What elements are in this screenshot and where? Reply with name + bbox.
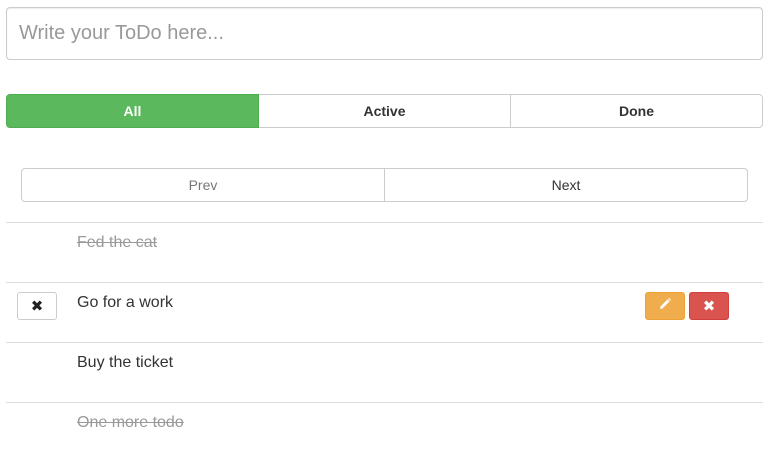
- filter-group: All Active Done: [6, 94, 763, 128]
- todo-input[interactable]: [6, 7, 763, 60]
- pager: Prev Next: [21, 168, 748, 202]
- filter-all-button[interactable]: All: [6, 94, 259, 128]
- todo-item[interactable]: One more todo: [6, 402, 763, 460]
- deselect-button[interactable]: ✖: [17, 292, 57, 320]
- filter-done-button[interactable]: Done: [510, 94, 763, 128]
- todo-list: Fed the cat ✖ Go for a work ✖ Buy the ti…: [6, 222, 763, 460]
- todo-item[interactable]: ✖ Go for a work ✖: [6, 282, 763, 342]
- todo-text: Buy the ticket: [77, 354, 174, 371]
- filter-active-button[interactable]: Active: [258, 94, 511, 128]
- todo-text: One more todo: [77, 414, 184, 431]
- pencil-icon: [658, 297, 672, 316]
- x-icon: ✖: [702, 298, 716, 315]
- delete-button[interactable]: ✖: [689, 292, 729, 320]
- next-button[interactable]: Next: [384, 168, 748, 202]
- prev-button[interactable]: Prev: [21, 168, 385, 202]
- todo-item[interactable]: Buy the ticket: [6, 342, 763, 402]
- todo-text: Fed the cat: [77, 234, 158, 251]
- todo-app: All Active Done Prev Next Fed the cat ✖ …: [0, 0, 779, 460]
- edit-button[interactable]: [645, 292, 685, 320]
- todo-text: Go for a work: [77, 294, 174, 311]
- x-icon: ✖: [30, 298, 44, 315]
- todo-item[interactable]: Fed the cat: [6, 222, 763, 282]
